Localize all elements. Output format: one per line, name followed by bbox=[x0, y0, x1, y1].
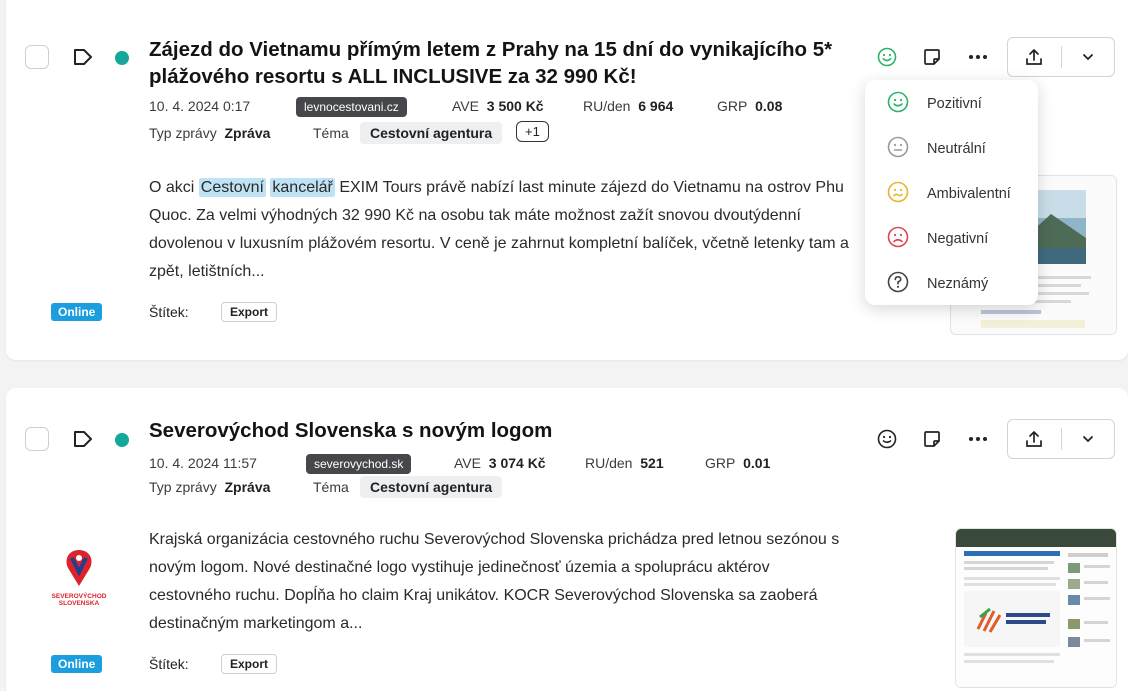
tag-icon[interactable] bbox=[72, 46, 94, 68]
note-icon[interactable] bbox=[920, 427, 944, 451]
chevron-down-icon[interactable] bbox=[1062, 420, 1115, 458]
share-icon[interactable] bbox=[1008, 38, 1061, 76]
share-icon[interactable] bbox=[1008, 420, 1061, 458]
label-caption: Štítek: bbox=[149, 656, 189, 672]
share-split-button bbox=[1007, 419, 1115, 459]
chevron-down-icon[interactable] bbox=[1062, 38, 1115, 76]
sentiment-option-unknown[interactable]: Neznámý bbox=[887, 271, 988, 297]
share-split-button bbox=[1007, 37, 1115, 77]
article-title[interactable]: Zájezd do Vietnamu přímým letem z Prahy … bbox=[149, 36, 849, 90]
neutral-face-icon bbox=[887, 136, 909, 162]
sentiment-option-positive[interactable]: Pozitivní bbox=[887, 91, 982, 117]
article-card: Zájezd do Vietnamu přímým letem z Prahy … bbox=[6, 0, 1128, 360]
search-highlight: kancelář bbox=[270, 178, 335, 197]
ru-metric: RU/den 521 bbox=[585, 455, 664, 471]
label-caption: Štítek: bbox=[149, 304, 189, 320]
ambivalent-face-icon bbox=[887, 181, 909, 207]
theme-badge: Cestovní agentura bbox=[360, 122, 503, 144]
source-badge[interactable]: levnocestovani.cz bbox=[296, 97, 407, 117]
theme-label: Téma bbox=[313, 125, 349, 141]
article-date: 10. 4. 2024 0:17 bbox=[149, 98, 251, 114]
more-options-icon[interactable] bbox=[966, 427, 990, 451]
article-card: Severovýchod Slovenska s novým logom 10.… bbox=[6, 388, 1128, 691]
select-checkbox[interactable] bbox=[25, 45, 49, 69]
status-dot bbox=[115, 433, 129, 447]
article-thumbnail[interactable] bbox=[955, 528, 1117, 688]
theme-badge: Cestovní agentura bbox=[360, 476, 503, 498]
sentiment-option-neutral[interactable]: Neutrální bbox=[887, 136, 986, 162]
source-logo: SEVEROVÝCHOD SLOVENSKA bbox=[46, 548, 112, 610]
select-checkbox[interactable] bbox=[25, 427, 49, 451]
neutral-face-icon[interactable] bbox=[875, 427, 899, 451]
article-excerpt: Krajská organizácia cestovného ruchu Sev… bbox=[149, 531, 840, 632]
article-title[interactable]: Severovýchod Slovenska s novým logom bbox=[149, 417, 849, 444]
grp-metric: GRP 0.08 bbox=[717, 98, 783, 114]
ave-metric: AVE 3 074 Kč bbox=[454, 455, 546, 471]
status-dot bbox=[115, 51, 129, 65]
frown-icon bbox=[887, 226, 909, 252]
article-excerpt: O akci Cestovní kancelář EXIM Tours práv… bbox=[149, 178, 849, 280]
theme-label: Téma bbox=[313, 479, 349, 495]
sentiment-option-negative[interactable]: Negativní bbox=[887, 226, 988, 252]
more-options-icon[interactable] bbox=[966, 45, 990, 69]
source-badge[interactable]: severovychod.sk bbox=[306, 454, 412, 474]
search-highlight: Cestovní bbox=[198, 178, 266, 197]
channel-badge: Online bbox=[51, 655, 103, 673]
channel-badge: Online bbox=[51, 303, 103, 321]
sentiment-option-ambivalent[interactable]: Ambivalentní bbox=[887, 181, 1011, 207]
note-icon[interactable] bbox=[920, 45, 944, 69]
smile-icon bbox=[887, 91, 909, 117]
ru-metric: RU/den 6 964 bbox=[583, 98, 674, 114]
label-tag[interactable]: Export bbox=[221, 654, 278, 674]
type-row: Typ zprávy Zpráva bbox=[149, 125, 271, 141]
grp-metric: GRP 0.01 bbox=[705, 455, 771, 471]
ave-metric: AVE 3 500 Kč bbox=[452, 98, 544, 114]
question-icon bbox=[887, 271, 909, 297]
type-row: Typ zprávy Zpráva bbox=[149, 479, 271, 495]
article-date: 10. 4. 2024 11:57 bbox=[149, 455, 257, 471]
label-tag[interactable]: Export bbox=[221, 302, 278, 322]
smile-icon[interactable] bbox=[875, 45, 899, 69]
more-themes-badge[interactable]: +1 bbox=[516, 121, 549, 142]
tag-icon[interactable] bbox=[72, 428, 94, 450]
sentiment-menu: Pozitivní Neutrální Ambivalentní Negativ… bbox=[865, 80, 1038, 305]
meta-row: 10. 4. 2024 0:17 bbox=[149, 98, 250, 114]
